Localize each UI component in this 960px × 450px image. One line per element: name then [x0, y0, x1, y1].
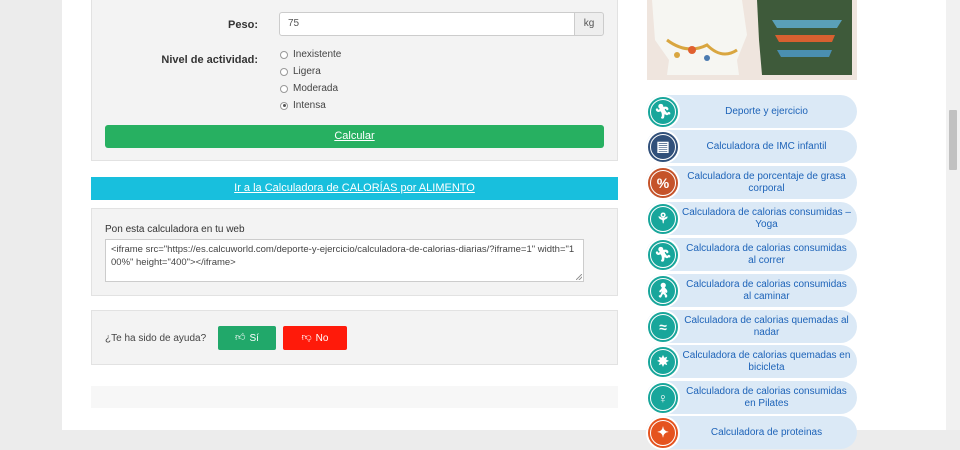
sidebar-item[interactable]: 🚶︎ Calculadora de calorias consumidas al … — [646, 273, 857, 308]
feedback-question: ¿Te ha sido de ayuda? — [105, 333, 207, 344]
no-label: No — [315, 332, 329, 344]
radio-button[interactable] — [280, 50, 288, 59]
sidebar-item-label: Deporte y ejercicio — [725, 105, 808, 117]
scale-icon: ▤ — [646, 129, 680, 164]
runner-icon: 🏃︎ — [646, 237, 680, 272]
calculate-button[interactable]: Calcular — [105, 125, 604, 148]
sidebar-item[interactable]: 🏃︎ Calculadora de calorias consumidas al … — [646, 237, 857, 272]
radio-label: Inexistente — [293, 49, 342, 60]
activity-level-label: Nivel de actividad: — [161, 54, 258, 66]
radio-option-ligera[interactable]: Ligera — [280, 66, 321, 77]
pilates-icon: ♀ — [646, 380, 680, 415]
clothing-ad-graphic — [647, 0, 857, 80]
weight-unit-addon: kg — [574, 12, 604, 36]
weight-input[interactable]: 75 — [279, 12, 575, 36]
advertisement-image[interactable] — [647, 0, 857, 80]
embed-section: Pon esta calculadora en tu web <iframe s… — [91, 208, 618, 296]
next-section-placeholder — [91, 386, 618, 408]
radio-option-inexistente[interactable]: Inexistente — [280, 49, 341, 60]
protein-icon: ✦ — [646, 415, 680, 450]
sidebar-item[interactable]: 🏃︎ Deporte y ejercicio — [646, 94, 857, 129]
radio-button-selected[interactable] — [280, 101, 288, 110]
icon-glyph: 🏃︎ — [650, 241, 676, 268]
icon-glyph: ≈ — [650, 313, 676, 340]
no-button[interactable]: 👎︎ No — [283, 326, 347, 350]
bicycle-wheel-icon: ✸ — [646, 344, 680, 379]
icon-glyph: ✸ — [650, 348, 676, 375]
sidebar-item-label: Calculadora de calorias consumidas en Pi… — [686, 385, 847, 409]
radio-label: Moderada — [293, 83, 339, 94]
radio-option-moderada[interactable]: Moderada — [280, 83, 338, 94]
sidebar-item-label: Calculadora de calorias consumidas – Yog… — [682, 206, 851, 230]
thumbs-up-icon: 👍︎ — [235, 332, 246, 343]
icon-glyph: ✦ — [650, 419, 676, 446]
embed-title: Pon esta calculadora en tu web — [105, 224, 245, 235]
icon-glyph: 🏃︎ — [650, 98, 676, 125]
percent-icon: % — [646, 165, 680, 200]
resize-grip-icon[interactable] — [576, 274, 582, 280]
sidebar-item[interactable]: ✸ Calculadora de calorias quemadas en bic… — [646, 344, 857, 379]
sidebar-item[interactable]: % Calculadora de porcentaje de grasa corp… — [646, 165, 857, 200]
thumbs-down-icon: 👎︎ — [301, 332, 312, 343]
icon-glyph: % — [650, 169, 676, 196]
scrollbar-thumb[interactable] — [949, 110, 957, 170]
sidebar-item[interactable]: ▤ Calculadora de IMC infantil — [646, 129, 857, 164]
sidebar-item-label: Calculadora de proteinas — [710, 426, 823, 438]
sidebar-item[interactable]: ♀ Calculadora de calorias consumidas en P… — [646, 380, 857, 415]
food-calculator-link[interactable]: Ir a la Calculadora de CALORÍAS por ALIM… — [91, 177, 618, 200]
sidebar-item-label: Calculadora de calorias quemadas en bici… — [682, 349, 851, 373]
sidebar-item-label: Calculadora de calorias consumidas al ca… — [686, 278, 847, 302]
radio-option-intensa[interactable]: Intensa — [280, 100, 326, 111]
runner-icon: 🏃︎ — [646, 94, 680, 129]
icon-glyph: 🚶︎ — [650, 277, 676, 304]
sidebar-item[interactable]: ⚘ Calculadora de calorias consumidas – Yo… — [646, 201, 857, 236]
sidebar-item-label: Calculadora de IMC infantil — [706, 140, 827, 152]
yoga-icon: ⚘ — [646, 201, 680, 236]
weight-label: Peso: — [228, 19, 258, 31]
yes-label: Sí — [249, 332, 259, 344]
embed-code-textarea[interactable]: <iframe src="https://es.calcuworld.com/d… — [105, 239, 584, 282]
sidebar-item[interactable]: ≈ Calculadora de calorias quemadas al nad… — [646, 309, 857, 344]
radio-button[interactable] — [280, 84, 288, 93]
vertical-scrollbar[interactable] — [946, 0, 960, 430]
icon-glyph: ⚘ — [650, 205, 676, 232]
yes-button[interactable]: 👍︎ Sí — [218, 326, 276, 350]
icon-glyph: ♀ — [650, 384, 676, 411]
sidebar-item[interactable]: ✦ Calculadora de proteinas — [646, 415, 857, 450]
embed-code-text: <iframe src="https://es.calcuworld.com/d… — [111, 244, 575, 268]
feedback-section: ¿Te ha sido de ayuda? 👍︎ Sí 👎︎ No — [91, 310, 618, 365]
radio-label: Intensa — [293, 100, 326, 111]
radio-button[interactable] — [280, 67, 288, 76]
sidebar-item-label: Calculadora de calorias quemadas al nada… — [684, 314, 849, 338]
icon-glyph: ▤ — [650, 133, 676, 160]
walker-icon: 🚶︎ — [646, 273, 680, 308]
swimmer-icon: ≈ — [646, 309, 680, 344]
radio-label: Ligera — [293, 66, 321, 77]
sidebar-item-label: Calculadora de calorias consumidas al co… — [686, 242, 847, 266]
sidebar-item-label: Calculadora de porcentaje de grasa corpo… — [687, 170, 846, 194]
